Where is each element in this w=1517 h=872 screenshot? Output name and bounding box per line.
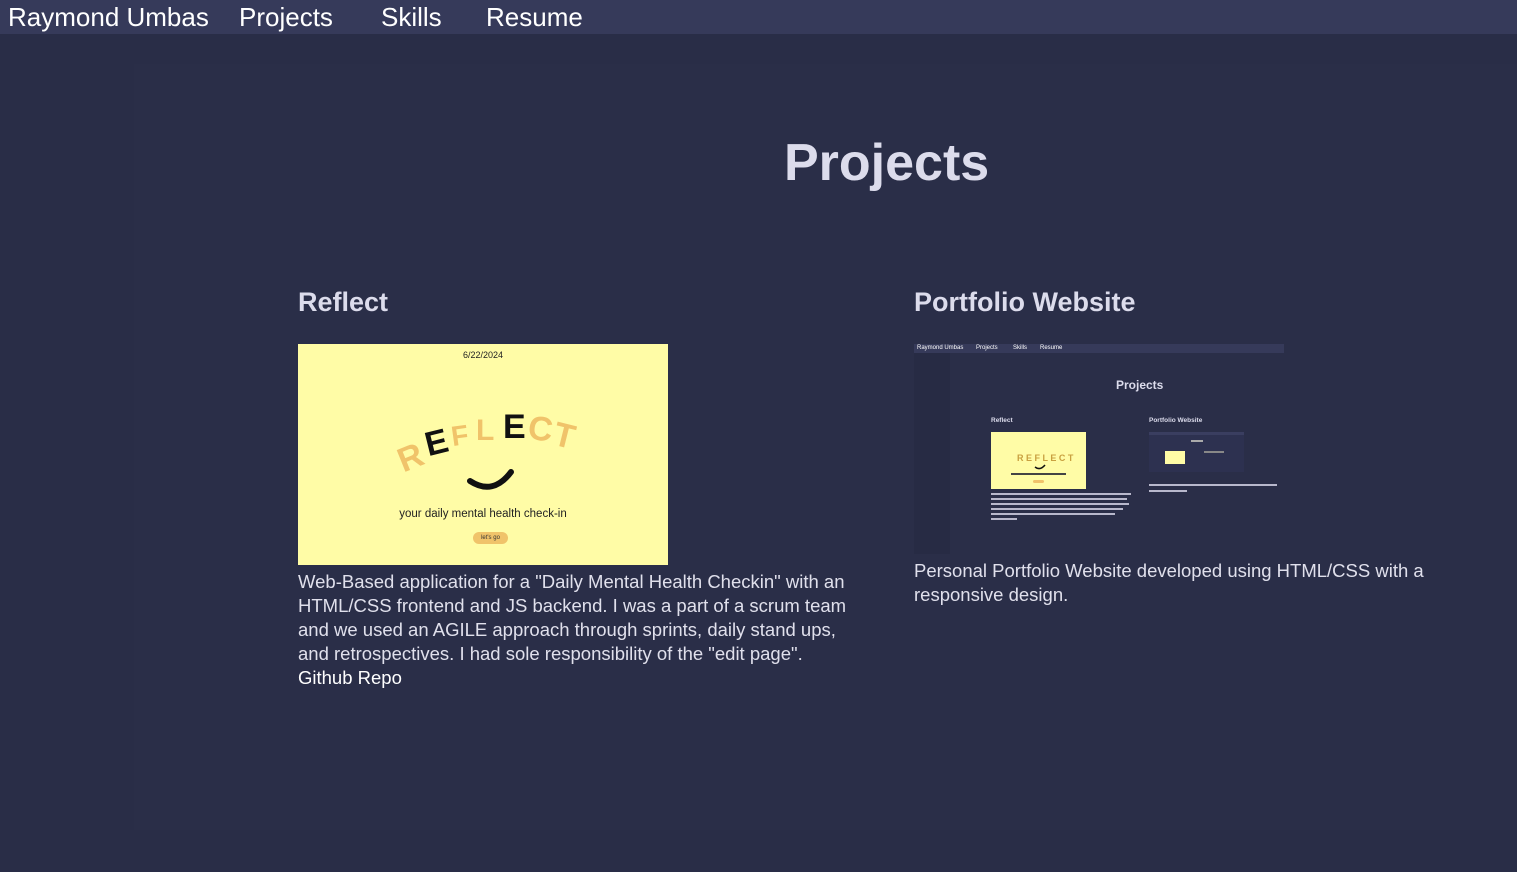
mini-page-title: Projects	[1116, 378, 1164, 392]
mini-nav-skills: Skills	[1013, 345, 1028, 351]
mini-navbar: Raymond Umbas Projects Skills Resume	[914, 344, 1284, 353]
mini-reflect-image: R E F L E C T	[991, 432, 1086, 489]
mini-nav-brand: Raymond Umbas	[917, 345, 964, 351]
nav-item-resume[interactable]: Resume	[486, 0, 583, 34]
project-description-portfolio: Personal Portfolio Website developed usi…	[914, 560, 1424, 605]
mini-text-line	[991, 503, 1129, 505]
reflect-logo-letter: L	[476, 414, 494, 447]
nav-item-skills[interactable]: Skills	[381, 0, 442, 34]
project-description-reflect: Web-Based application for a "Daily Menta…	[298, 570, 858, 690]
portfolio-screenshot-image: Raymond Umbas Projects Skills Resume Pro…	[914, 344, 1284, 554]
mini-text-line	[1149, 484, 1277, 486]
reflect-description-text: Web-Based application for a "Daily Menta…	[298, 571, 847, 664]
mini-portfolio-image	[1149, 432, 1244, 472]
mini-text-line	[991, 518, 1017, 520]
mini-side-panel	[914, 353, 950, 554]
svg-text:R E F L E C T: R E F L E C T	[1017, 453, 1074, 463]
reflect-logo-letter: F	[449, 419, 470, 452]
reflect-image-button: let's go	[473, 532, 508, 544]
mini-text-line	[991, 508, 1123, 510]
nav-item-projects[interactable]: Projects	[239, 0, 333, 34]
mini-text-line	[1149, 490, 1187, 492]
mini-text-line	[991, 513, 1115, 515]
project-title-reflect: Reflect	[298, 287, 389, 317]
mini-portfolio-graphic	[1149, 432, 1244, 464]
reflect-image-tagline: your daily mental health check-in	[399, 508, 567, 520]
mini-card-title-reflect: Reflect	[991, 417, 1013, 424]
reflect-logo-letter: T	[550, 415, 580, 457]
github-repo-link[interactable]: Github Repo	[298, 666, 858, 690]
mini-text-line	[991, 498, 1127, 500]
nav-brand-link[interactable]: Raymond Umbas	[8, 0, 209, 34]
reflect-logo-letter: R	[392, 436, 429, 480]
mini-text-line	[991, 493, 1131, 495]
mini-nav-projects: Projects	[976, 345, 998, 351]
reflect-screenshot-image: 6/22/2024 R E F L E C T your daily menta…	[298, 344, 668, 565]
reflect-logo-letter: E	[503, 408, 526, 446]
top-navbar: Raymond Umbas Projects Skills Resume	[0, 0, 1517, 34]
mini-nav-resume: Resume	[1040, 345, 1063, 351]
reflect-logo-letter: E	[421, 422, 452, 464]
project-title-portfolio: Portfolio Website	[914, 287, 1136, 317]
smile-icon	[467, 469, 514, 490]
mini-card-title-portfolio: Portfolio Website	[1149, 417, 1203, 424]
mini-reflect-graphic: R E F L E C T	[1011, 453, 1074, 483]
page-title: Projects	[784, 134, 990, 192]
